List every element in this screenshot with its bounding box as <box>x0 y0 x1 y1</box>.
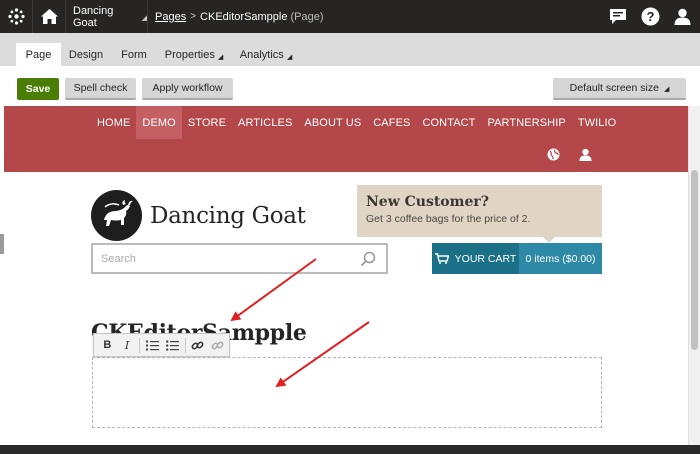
page-preview-frame: HOME DEMO STORE ARTICLES ABOUT US CAFES … <box>4 106 688 454</box>
help-icon[interactable]: ? <box>641 7 660 26</box>
italic-button[interactable]: I <box>119 337 136 354</box>
nav-item-twilio[interactable]: TWILIO <box>572 106 623 139</box>
tab-form[interactable]: Form <box>115 44 153 66</box>
tab-properties-label: Properties <box>164 49 215 61</box>
promo-banner[interactable]: New Customer? Get 3 coffee bags for the … <box>357 185 602 243</box>
home-icon[interactable] <box>33 0 66 33</box>
tab-bar: Page Design Form Properties ◢ Analytics … <box>0 33 700 66</box>
top-bar: Dancing Goat ◢ Pages > CKEditorSampple (… <box>0 0 700 33</box>
toolbar-separator <box>139 337 141 353</box>
nav-item-about-us[interactable]: ABOUT US <box>298 106 367 139</box>
caret-down-icon: ◢ <box>286 53 293 61</box>
nav-item-partnership[interactable]: PARTNERSHIP <box>482 106 572 139</box>
breadcrumb-page-kind: (Page) <box>290 10 324 23</box>
save-button[interactable]: Save <box>17 78 59 100</box>
search-input[interactable] <box>101 251 351 267</box>
site-main-nav: HOME DEMO STORE ARTICLES ABOUT US CAFES … <box>91 106 622 139</box>
nav-item-contact[interactable]: CONTACT <box>416 106 481 139</box>
tab-form-label: Form <box>121 49 147 61</box>
tab-design[interactable]: Design <box>63 44 109 66</box>
site-selector-label: Dancing Goat <box>73 4 114 29</box>
dancing-goat-logo[interactable] <box>91 190 142 241</box>
globe-icon[interactable] <box>547 148 561 162</box>
caret-down-icon: ◢ <box>217 53 224 61</box>
preview-scrollbar[interactable] <box>688 106 700 454</box>
breadcrumb-current-page: CKEditorSampple <box>200 10 288 23</box>
breadcrumb: Pages > CKEditorSampple (Page) <box>155 0 324 33</box>
chevron-right-icon: > <box>190 11 197 22</box>
promo-text: Get 3 coffee bags for the price of 2. <box>366 213 531 225</box>
apply-workflow-button[interactable]: Apply workflow <box>142 78 233 100</box>
brand-name: Dancing Goat <box>150 203 306 229</box>
site-selector[interactable]: Dancing Goat ◢ <box>66 0 148 33</box>
scrollbar-thumb[interactable] <box>691 170 698 350</box>
kentico-logo-icon[interactable] <box>0 0 33 33</box>
screen-size-dropdown[interactable]: Default screen size ◢ <box>553 78 686 100</box>
tab-properties[interactable]: Properties ◢ <box>160 44 228 66</box>
nav-item-articles[interactable]: ARTICLES <box>232 106 298 139</box>
toolbar-separator <box>184 337 186 353</box>
cart-summary[interactable]: 0 items ($0.00) <box>519 243 602 274</box>
apply-workflow-button-label: Apply workflow <box>152 82 223 94</box>
your-cart-button[interactable]: YOUR CART <box>432 243 519 274</box>
shopping-cart-icon <box>434 253 449 264</box>
tab-design-label: Design <box>68 49 104 61</box>
site-search-box <box>91 243 388 274</box>
ckeditor-editable-area[interactable] <box>92 357 602 428</box>
tab-analytics[interactable]: Analytics ◢ <box>236 44 296 66</box>
tab-page-label: Page <box>25 48 52 61</box>
link-icon[interactable] <box>190 337 207 354</box>
your-cart-label: YOUR CART <box>454 252 517 265</box>
caret-down-icon: ◢ <box>141 15 147 22</box>
unlink-icon[interactable] <box>209 337 226 354</box>
action-toolbar: Save Spell check Apply workflow Default … <box>0 66 700 106</box>
numbered-list-icon[interactable] <box>144 337 161 354</box>
tab-page[interactable]: Page <box>16 43 61 66</box>
nav-item-demo[interactable]: DEMO <box>136 106 182 139</box>
bottom-bar <box>0 445 700 454</box>
bold-button[interactable]: B <box>99 337 116 354</box>
spell-check-button-label: Spell check <box>73 82 128 94</box>
nav-item-cafes[interactable]: CAFES <box>367 106 416 139</box>
tab-analytics-label: Analytics <box>239 49 284 61</box>
user-icon[interactable] <box>673 7 692 26</box>
caret-down-icon: ◢ <box>663 86 670 93</box>
spell-check-button[interactable]: Spell check <box>65 78 136 100</box>
screen-size-dropdown-label: Default screen size <box>569 82 659 94</box>
save-button-label: Save <box>25 83 51 95</box>
account-icon[interactable] <box>579 148 593 162</box>
cart-summary-label: 0 items ($0.00) <box>525 252 596 265</box>
promo-title: New Customer? <box>366 194 489 210</box>
nav-item-home[interactable]: HOME <box>91 106 136 139</box>
search-icon[interactable] <box>360 251 376 267</box>
site-header: HOME DEMO STORE ARTICLES ABOUT US CAFES … <box>4 106 688 172</box>
svg-text:?: ? <box>647 9 655 24</box>
ckeditor-toolbar: B I <box>93 333 230 357</box>
bulleted-list-icon[interactable] <box>164 337 181 354</box>
nav-item-store[interactable]: STORE <box>182 106 232 139</box>
breadcrumb-pages-link[interactable]: Pages <box>155 11 186 23</box>
chat-icon[interactable] <box>608 7 627 26</box>
